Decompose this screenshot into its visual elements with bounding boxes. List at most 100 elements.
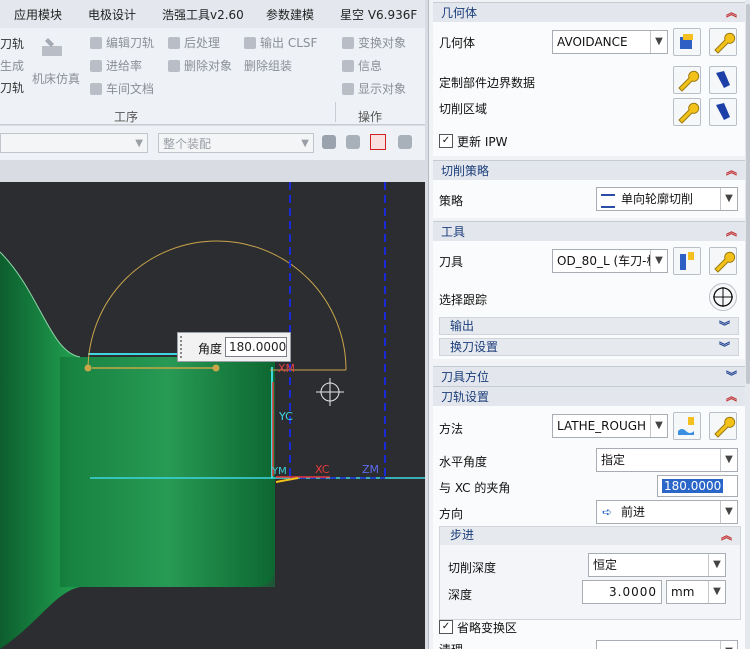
ribbon-generate-path-1[interactable]: 刀轨	[0, 35, 24, 52]
section-path-settings-header[interactable]: 刀轨设置 ︽	[433, 386, 745, 406]
output-clsf-icon	[244, 37, 256, 49]
menu-xingkong[interactable]: 星空 V6.936F	[340, 6, 417, 23]
chevron-down-icon: ▼	[708, 581, 725, 603]
flashlight-icon	[716, 103, 730, 120]
ribbon-divider	[335, 102, 336, 122]
depth-input[interactable]: 3.0000	[582, 580, 662, 604]
new-method-icon	[678, 417, 694, 435]
section-tool-header[interactable]: 工具 ︽	[433, 221, 745, 241]
geometry-select[interactable]: AVOIDANCE ▼	[552, 30, 668, 54]
edit-toolpath-icon	[90, 37, 102, 49]
cleanup-select[interactable]: ▼	[596, 640, 738, 649]
drag-handle-icon[interactable]	[180, 336, 188, 358]
section-strategy-body: 策略 单向轮廓切削 ▼	[433, 180, 745, 218]
custom-boundary-label: 定制部件边界数据	[439, 76, 536, 90]
info-button[interactable]: 信息	[342, 57, 382, 74]
chevron-down-icon: ▼	[135, 138, 143, 149]
menu-parametric-modeling[interactable]: 参数建模	[266, 6, 314, 23]
chevron-down-icon: ▼	[650, 415, 667, 437]
menu-app-module[interactable]: 应用模块	[14, 6, 62, 23]
section-geometry-header[interactable]: 几何体 ︽	[433, 2, 745, 22]
new-tool-button[interactable]	[673, 247, 701, 275]
section-strategy-header[interactable]: 切削策略 ︽	[433, 160, 745, 180]
scrollbar-thumb[interactable]	[746, 4, 750, 384]
ribbon-generate-path-3[interactable]: 刀轨	[0, 79, 24, 96]
step-subsection-header[interactable]: 步进 ︽	[440, 527, 740, 545]
snap-settings-icon[interactable]	[322, 135, 336, 149]
type-filter-combo[interactable]: ▼	[0, 133, 148, 153]
menu-electrode-design[interactable]: 电极设计	[88, 6, 136, 23]
new-tool-icon	[680, 252, 694, 270]
geometry-label: 几何体	[439, 36, 476, 50]
edit-geometry-button[interactable]	[709, 28, 737, 56]
transform-object-button[interactable]: 变换对象	[342, 34, 406, 51]
xc-angle-input[interactable]: 180.0000	[657, 475, 738, 497]
axis-label-xc: XC	[315, 463, 330, 476]
new-geometry-icon	[680, 34, 693, 49]
custom-boundary-edit-button[interactable]	[673, 66, 701, 94]
select-tracking-button[interactable]	[709, 283, 737, 311]
horizontal-angle-select[interactable]: 指定 ▼	[596, 448, 738, 472]
strategy-select[interactable]: 单向轮廓切削 ▼	[596, 187, 738, 211]
direction-select[interactable]: ➪ 前进 ▼	[596, 500, 738, 524]
chevron-up-icon: ︽	[726, 164, 737, 177]
chevron-up-icon: ︽	[721, 529, 732, 542]
chevron-down-icon: ▼	[720, 449, 737, 471]
select-tracking-label: 选择跟踪	[439, 293, 488, 307]
chevron-down-icon: ︾	[719, 341, 730, 354]
method-select[interactable]: LATHE_ROUGH ▼	[552, 414, 668, 438]
omit-transform-label: 省略变换区	[457, 621, 518, 635]
selection-scope-combo[interactable]: 整个装配 ▼	[158, 133, 314, 153]
transform-icon	[342, 37, 354, 49]
tool-output-subsection[interactable]: 输出 ︾	[439, 317, 739, 335]
chevron-down-icon: ▼	[720, 188, 737, 210]
cut-region-show-button[interactable]	[709, 98, 737, 126]
menu-haoqiang-tools[interactable]: 浩强工具v2.60	[162, 6, 244, 23]
filter-icon[interactable]	[346, 135, 360, 149]
select-mode-icon[interactable]	[398, 135, 412, 149]
shop-doc-button[interactable]: 车间文档	[90, 80, 154, 97]
graphics-viewport[interactable]: XM YC YM XC ZM 角度 180.00000	[0, 182, 425, 649]
chevron-down-icon: ▼	[720, 641, 737, 649]
crosshair-icon	[713, 287, 733, 307]
group-label-operation: 工序	[114, 110, 139, 124]
delete-object-button[interactable]: 删除对象	[168, 57, 232, 74]
display-object-button[interactable]: 显示对象	[342, 80, 406, 97]
direction-label: 方向	[439, 507, 464, 521]
machine-sim-button[interactable]: 机床仿真	[32, 70, 80, 87]
postprocess-button[interactable]: 后处理	[168, 34, 220, 51]
section-tool-orient-header[interactable]: 刀具方位 ︾	[433, 366, 745, 386]
info-icon	[342, 60, 354, 72]
wrench-icon	[678, 70, 700, 92]
chevron-up-icon: ︽	[726, 6, 737, 19]
custom-boundary-show-button[interactable]	[709, 66, 737, 94]
output-clsf-button[interactable]: 输出 CLSF	[244, 34, 317, 51]
new-geometry-button[interactable]	[673, 28, 701, 56]
edit-tool-button[interactable]	[709, 247, 737, 275]
update-ipw-checkbox[interactable]: ✓	[439, 134, 453, 148]
method-label: 方法	[439, 422, 464, 436]
tool-select[interactable]: OD_80_L (车刀-标 ▼	[552, 249, 668, 273]
postprocess-icon	[168, 37, 180, 49]
angle-label: 角度	[198, 342, 223, 356]
select-region-icon[interactable]	[370, 134, 386, 150]
cut-region-edit-button[interactable]	[673, 98, 701, 126]
depth-unit-select[interactable]: mm ▼	[666, 580, 726, 604]
update-ipw-label: 更新 IPW	[457, 135, 508, 149]
cut-depth-mode-select[interactable]: 恒定 ▼	[588, 553, 726, 577]
shop-doc-icon	[90, 83, 102, 95]
new-method-button[interactable]	[673, 412, 701, 440]
omit-transform-checkbox[interactable]: ✓	[439, 620, 453, 634]
edit-toolpath-button[interactable]: 编辑刀轨	[90, 34, 154, 51]
angle-input[interactable]: 180.00000	[225, 337, 287, 357]
chevron-down-icon: ▼	[708, 554, 725, 576]
edit-method-button[interactable]	[709, 412, 737, 440]
tool-change-subsection[interactable]: 换刀设置 ︾	[439, 338, 739, 356]
axis-label-xm: XM	[278, 362, 296, 375]
panel-scrollbar[interactable]	[745, 0, 750, 649]
feedrate-button[interactable]: 进给率	[90, 57, 142, 74]
chevron-down-icon: ︾	[726, 370, 737, 383]
part-model	[0, 182, 425, 649]
ribbon-generate-path-2[interactable]: 生成	[0, 57, 24, 74]
delete-assembly-button[interactable]: 删除组装	[244, 57, 292, 74]
